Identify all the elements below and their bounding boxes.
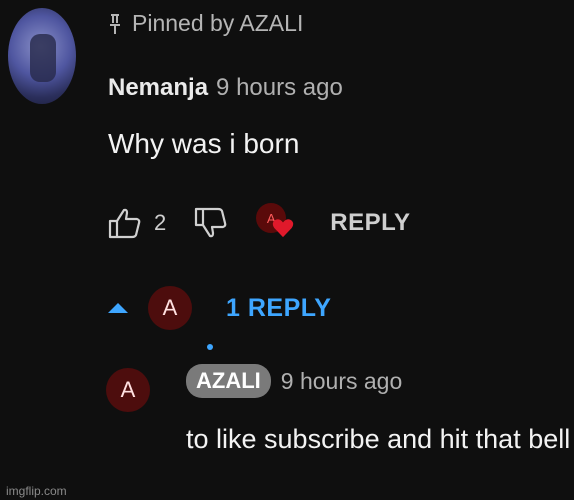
thumbs-down-icon[interactable] (194, 207, 228, 239)
comment-time[interactable]: 9 hours ago (216, 74, 343, 102)
reply-time[interactable]: 9 hours ago (281, 368, 402, 395)
comment-author[interactable]: Nemanja (108, 74, 208, 102)
reply-author-badge[interactable]: AZALI (186, 364, 271, 398)
reply-text: to like subscribe and hit that bell (186, 424, 571, 454)
unread-dot (207, 344, 213, 350)
pin-icon (110, 13, 120, 34)
creator-heart: A (256, 203, 300, 243)
pinned-label: Pinned by AZALI (132, 10, 304, 36)
replies-count-link[interactable]: 1 REPLY (226, 294, 331, 323)
reply-button[interactable]: REPLY (330, 209, 410, 237)
reply-avatar[interactable]: A (106, 368, 150, 412)
commenter-avatar[interactable] (8, 8, 76, 104)
like-count: 2 (154, 210, 167, 235)
comment-header: Nemanja 9 hours ago (108, 74, 343, 102)
thumbs-up-icon[interactable] (108, 207, 142, 239)
comment-text: Why was i born (108, 128, 300, 159)
pinned-indicator: Pinned by AZALI (108, 10, 303, 37)
reply-header: AZALI 9 hours ago (186, 364, 402, 398)
watermark: imgflip.com (6, 484, 67, 498)
replies-toggle[interactable]: A 1 REPLY (108, 284, 331, 332)
replier-avatar-thumb: A (148, 286, 192, 330)
comment-actions: 2 A REPLY (108, 203, 411, 243)
caret-up-icon (108, 303, 128, 313)
heart-icon (273, 219, 294, 238)
